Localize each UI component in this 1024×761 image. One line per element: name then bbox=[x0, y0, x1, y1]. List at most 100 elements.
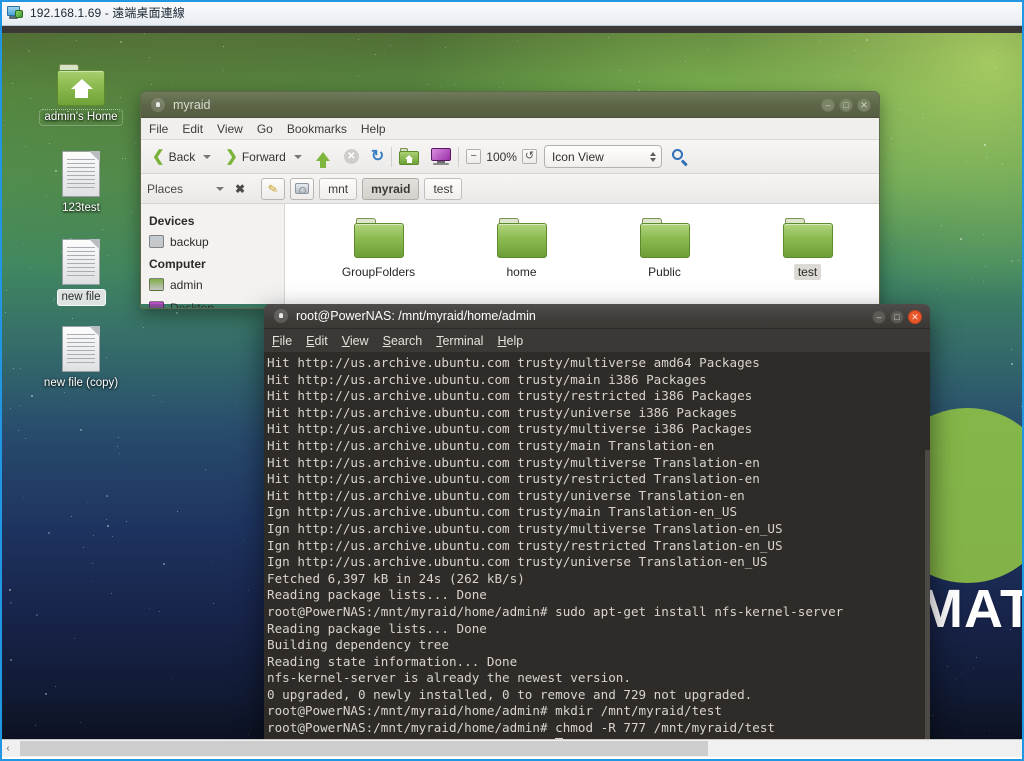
maximize-button[interactable]: □ bbox=[890, 310, 904, 324]
host-horizontal-scrollbar[interactable]: ‹ bbox=[0, 739, 1024, 757]
terminal-line: nfs-kernel-server is already the newest … bbox=[267, 670, 631, 686]
breadcrumb-mnt[interactable]: mnt bbox=[319, 177, 358, 200]
chevron-updown-icon bbox=[649, 151, 656, 162]
folder-icon bbox=[782, 218, 833, 258]
screen-root: 192.168.1.69 - 遠端桌面連線 MAT admin's Home 1… bbox=[0, 0, 1024, 761]
remote-top-panel bbox=[0, 26, 1024, 33]
terminal-line: Hit http://us.archive.ubuntu.com trusty/… bbox=[267, 437, 715, 453]
sidebar-item-backup[interactable]: backup bbox=[149, 230, 284, 253]
file-manager-content[interactable]: GroupFolders home Public test bbox=[285, 204, 879, 304]
menu-view[interactable]: View bbox=[342, 334, 369, 348]
terminal-line: root@PowerNAS:/mnt/myraid/home/admin# su… bbox=[267, 603, 844, 619]
terminal-screen[interactable]: Hit http://us.archive.ubuntu.com trusty/… bbox=[264, 352, 930, 739]
search-icon[interactable] bbox=[671, 148, 689, 166]
back-button[interactable]: ❮ Back bbox=[147, 147, 200, 166]
folder-item-test[interactable]: test bbox=[736, 218, 879, 280]
breadcrumb-myraid[interactable]: myraid bbox=[362, 177, 420, 200]
window-menu-icon[interactable] bbox=[151, 97, 165, 112]
forward-button[interactable]: ❯ Forward bbox=[220, 147, 291, 166]
remote-desktop-canvas[interactable]: MAT admin's Home 123test new file new fi… bbox=[0, 26, 1024, 739]
home-icon[interactable] bbox=[399, 148, 420, 165]
desktop-icon bbox=[149, 301, 164, 308]
document-icon bbox=[62, 239, 100, 285]
reload-icon[interactable]: ↻ bbox=[371, 148, 384, 165]
desktop-icon-label: 123test bbox=[62, 202, 100, 214]
menu-help[interactable]: Help bbox=[361, 122, 386, 136]
menu-terminal[interactable]: Terminal bbox=[436, 334, 483, 348]
close-sidebar-icon[interactable]: ✖ bbox=[235, 182, 245, 196]
terminal-window-buttons: – □ ✕ bbox=[872, 310, 922, 324]
minimize-button[interactable]: – bbox=[821, 98, 835, 112]
window-menu-icon[interactable] bbox=[274, 309, 288, 323]
menu-file[interactable]: File bbox=[149, 122, 168, 136]
toolbar-separator bbox=[391, 146, 393, 167]
back-label: Back bbox=[168, 149, 196, 164]
menu-go[interactable]: Go bbox=[257, 122, 273, 136]
scrollbar-thumb[interactable] bbox=[20, 741, 708, 756]
zoom-reset-button[interactable]: ↺ bbox=[521, 149, 537, 164]
breadcrumb-test[interactable]: test bbox=[424, 177, 462, 200]
menu-file[interactable]: File bbox=[272, 334, 292, 348]
folder-icon bbox=[353, 218, 404, 258]
zoom-level: 100% bbox=[486, 149, 517, 164]
folder-item-public[interactable]: Public bbox=[593, 218, 736, 280]
back-dropdown-icon[interactable] bbox=[203, 154, 212, 159]
desktop-icon-new-file-copy[interactable]: new file (copy) bbox=[26, 326, 136, 391]
terminal-line: Fetched 6,397 kB in 24s (262 kB/s) bbox=[267, 570, 525, 586]
file-manager-titlebar[interactable]: myraid – □ ✕ bbox=[141, 92, 879, 118]
disk-icon bbox=[149, 235, 164, 248]
desktop-icon-admins-home[interactable]: admin's Home bbox=[26, 64, 136, 126]
zoom-out-button[interactable]: − bbox=[466, 149, 482, 164]
scroll-left-icon[interactable]: ‹ bbox=[0, 740, 16, 757]
folder-label: home bbox=[506, 265, 537, 279]
arrow-up-icon[interactable] bbox=[315, 152, 330, 168]
minimize-button[interactable]: – bbox=[872, 310, 886, 324]
file-manager-sidebar[interactable]: DevicesbackupComputeradminDesktopFile Sy… bbox=[141, 204, 285, 308]
folder-icon bbox=[639, 218, 690, 258]
remote-desktop-icon bbox=[6, 5, 24, 21]
close-button[interactable]: ✕ bbox=[908, 310, 922, 324]
places-dropdown-icon[interactable] bbox=[216, 186, 225, 191]
places-label: Places bbox=[147, 181, 184, 196]
view-mode-select[interactable]: Icon View bbox=[543, 145, 662, 168]
document-icon bbox=[62, 326, 100, 372]
file-manager-window-buttons: – □ ✕ bbox=[821, 98, 871, 112]
sidebar-header-devices: Devices bbox=[149, 214, 195, 228]
menu-view[interactable]: View bbox=[217, 122, 243, 136]
rdp-titlebar: 192.168.1.69 - 遠端桌面連線 bbox=[0, 0, 1024, 26]
menu-bookmarks[interactable]: Bookmarks bbox=[287, 122, 347, 136]
file-manager-window[interactable]: myraid – □ ✕ File Edit View Go Bookmarks… bbox=[140, 91, 880, 309]
desktop-icon-new-file[interactable]: new file bbox=[26, 239, 136, 306]
pencil-icon[interactable]: ✎ bbox=[261, 177, 286, 200]
desktop-icon-label: new file (copy) bbox=[43, 377, 119, 389]
stop-icon[interactable]: ✕ bbox=[343, 149, 359, 164]
menu-search[interactable]: Search bbox=[383, 334, 423, 348]
terminal-line: Hit http://us.archive.ubuntu.com trusty/… bbox=[267, 471, 760, 487]
maximize-button[interactable]: □ bbox=[839, 98, 853, 112]
terminal-scrollbar[interactable] bbox=[925, 352, 930, 739]
rdp-window-title: 192.168.1.69 - 遠端桌面連線 bbox=[30, 6, 185, 20]
folder-label: test bbox=[736, 264, 879, 280]
menu-edit[interactable]: Edit bbox=[306, 334, 328, 348]
computer-icon[interactable] bbox=[431, 148, 452, 165]
scrollbar-track[interactable] bbox=[16, 740, 1024, 757]
menu-help[interactable]: Help bbox=[497, 334, 523, 348]
view-mode-value: Icon View bbox=[551, 149, 604, 164]
forward-dropdown-icon[interactable] bbox=[293, 154, 302, 159]
terminal-line: Reading package lists... Done bbox=[267, 587, 487, 603]
home-folder-icon bbox=[149, 278, 164, 291]
sidebar-item-admin[interactable]: admin bbox=[149, 273, 284, 296]
terminal-titlebar[interactable]: root@PowerNAS: /mnt/myraid/home/admin – … bbox=[264, 304, 930, 329]
terminal-line: Ign http://us.archive.ubuntu.com trusty/… bbox=[267, 554, 768, 570]
terminal-title: root@PowerNAS: /mnt/myraid/home/admin bbox=[296, 309, 536, 323]
disk-icon[interactable] bbox=[290, 177, 315, 200]
folder-grid: GroupFolders home Public test bbox=[285, 204, 879, 280]
desktop-icon-123test[interactable]: 123test bbox=[26, 151, 136, 216]
close-button[interactable]: ✕ bbox=[857, 98, 871, 112]
folder-item-groupfolders[interactable]: GroupFolders bbox=[307, 218, 450, 280]
folder-item-home[interactable]: home bbox=[450, 218, 593, 280]
menu-edit[interactable]: Edit bbox=[182, 122, 203, 136]
terminal-line: Ign http://us.archive.ubuntu.com trusty/… bbox=[267, 537, 783, 553]
terminal-line: Building dependency tree bbox=[267, 637, 449, 653]
terminal-window[interactable]: root@PowerNAS: /mnt/myraid/home/admin – … bbox=[264, 304, 930, 739]
